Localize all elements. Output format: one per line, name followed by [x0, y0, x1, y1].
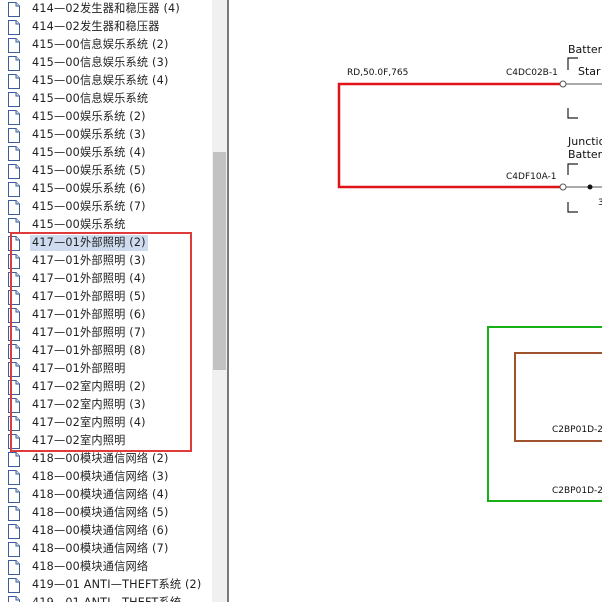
document-icon — [8, 217, 20, 233]
document-icon — [8, 109, 20, 125]
tree-item-label: 414—02发生器和稳压器 (4) — [32, 2, 180, 15]
tree-item-label: 415—00信息娱乐系统 — [32, 92, 149, 105]
tree-item-label: 418—00模块通信网络 (4) — [32, 488, 169, 501]
tree-item-label: 415—00娱乐系统 — [32, 218, 126, 231]
tree-item-label: 415—00信息娱乐系统 (3) — [32, 56, 169, 69]
document-icon — [8, 181, 20, 197]
document-icon — [8, 487, 20, 503]
tree-item[interactable]: 415—00信息娱乐系统 (4) — [8, 72, 171, 90]
document-icon — [8, 145, 20, 161]
tree-item-label: 414—02发生器和稳压器 — [32, 20, 160, 33]
document-icon — [8, 37, 20, 53]
highlight-annotation-box — [10, 232, 192, 452]
junction-label-1: Junctio — [567, 135, 602, 148]
tree-item[interactable]: 415—00娱乐系统 (7) — [8, 198, 148, 216]
document-icon — [8, 595, 20, 602]
tree-item[interactable]: 419—01 ANTI—THEFT系统 (2) — [8, 576, 203, 594]
tree-item[interactable]: 418—00模块通信网络 (6) — [8, 522, 171, 540]
battery-bracket-bottom — [567, 108, 578, 119]
box-label-outer: C2BP01D-2 — [552, 486, 602, 496]
tree-scrollbar[interactable] — [212, 0, 227, 602]
tree-item-label: 415—00信息娱乐系统 (2) — [32, 38, 169, 51]
tree-item-label: 418—00模块通信网络 (7) — [32, 542, 169, 555]
tree-item-label: 419—01 ANTI—THEFT系统 (2) — [32, 578, 202, 591]
document-icon — [8, 523, 20, 539]
document-icon — [8, 451, 20, 467]
tree-item[interactable]: 415—00信息娱乐系统 (2) — [8, 36, 171, 54]
tree-item[interactable]: 418—00模块通信网络 (5) — [8, 504, 171, 522]
document-icon — [8, 55, 20, 71]
connector-top-label: C4DC02B-1 — [506, 68, 558, 78]
tree-item[interactable]: 414—02发生器和稳压器 — [8, 18, 162, 36]
scrollbar-thumb[interactable] — [213, 152, 226, 370]
tree-item[interactable]: 415—00娱乐系统 (2) — [8, 108, 148, 126]
tree-item-label: 418—00模块通信网络 (2) — [32, 452, 169, 465]
tree-item[interactable]: 415—00信息娱乐系统 — [8, 90, 150, 108]
document-icon — [8, 559, 20, 575]
document-icon — [8, 469, 20, 485]
document-icon — [8, 73, 20, 89]
junction-bracket-bottom — [567, 202, 578, 213]
document-icon — [8, 19, 20, 35]
tree-item[interactable]: 418—00模块通信网络 (4) — [8, 486, 171, 504]
tree-item-label: 415—00娱乐系统 (7) — [32, 200, 146, 213]
tree-item-label: 415—00娱乐系统 (5) — [32, 164, 146, 177]
document-icon — [8, 541, 20, 557]
tree-item-label: 415—00娱乐系统 (3) — [32, 128, 146, 141]
tree-item[interactable]: 414—02发生器和稳压器 (4) — [8, 0, 182, 18]
tree-item[interactable]: 418—00模块通信网络 (3) — [8, 468, 171, 486]
document-icon — [8, 505, 20, 521]
tree-item-label: 415—00娱乐系统 (6) — [32, 182, 146, 195]
tree-item[interactable]: 415—00娱乐系统 (5) — [8, 162, 148, 180]
tree-item-label: 419—01 ANTI—THEFT系统 — [30, 595, 183, 602]
tree-item-label: 415—00娱乐系统 (4) — [32, 146, 146, 159]
wiring-diagram-canvas: RD,50.0F,765 C4DC02B-1 C4DF10A-1 Batter … — [337, 43, 602, 502]
document-icon — [8, 163, 20, 179]
tree-item-label: 418—00模块通信网络 (3) — [32, 470, 169, 483]
junction-pin-label: 3 — [598, 198, 602, 208]
tree-item-label: 418—00模块通信网络 — [32, 560, 149, 573]
document-icon — [8, 91, 20, 107]
tree-item[interactable]: 415—00娱乐系统 (3) — [8, 126, 148, 144]
tree-item[interactable]: 419—01 ANTI—THEFT系统 — [8, 594, 183, 602]
tree-item[interactable]: 415—00娱乐系统 (4) — [8, 144, 148, 162]
tree-item-label: 415—00娱乐系统 (2) — [32, 110, 146, 123]
tree-item[interactable]: 418—00模块通信网络 (7) — [8, 540, 171, 558]
document-icon — [8, 199, 20, 215]
connector-bottom-label: C4DF10A-1 — [506, 172, 557, 182]
junction-dot — [587, 184, 593, 190]
junction-bracket-top — [567, 163, 578, 175]
tree-item[interactable]: 415—00信息娱乐系统 (3) — [8, 54, 171, 72]
battery-bracket-top — [567, 57, 578, 70]
tree-item-label: 418—00模块通信网络 (6) — [32, 524, 169, 537]
connector-pin-top[interactable] — [559, 80, 567, 88]
tree-item-label: 418—00模块通信网络 (5) — [32, 506, 169, 519]
starter-label: Star — [578, 65, 601, 78]
connector-pin-bottom[interactable] — [559, 183, 567, 191]
junction-label-2: Battery — [568, 148, 602, 161]
wiring-diagram-view[interactable]: RD,50.0F,765 C4DC02B-1 C4DF10A-1 Batter … — [229, 0, 602, 602]
document-icon — [8, 1, 20, 17]
tree-item[interactable]: 418—00模块通信网络 — [8, 558, 150, 576]
battery-label: Batter — [568, 43, 602, 56]
tree-item[interactable]: 415—00娱乐系统 (6) — [8, 180, 148, 198]
tree-item-label: 415—00信息娱乐系统 (4) — [32, 74, 169, 87]
tree-item[interactable]: 418—00模块通信网络 (2) — [8, 450, 171, 468]
document-icon — [8, 577, 20, 593]
wire-label: RD,50.0F,765 — [347, 68, 408, 78]
document-icon — [8, 127, 20, 143]
box-label-inner: C2BP01D-2 — [552, 425, 602, 435]
